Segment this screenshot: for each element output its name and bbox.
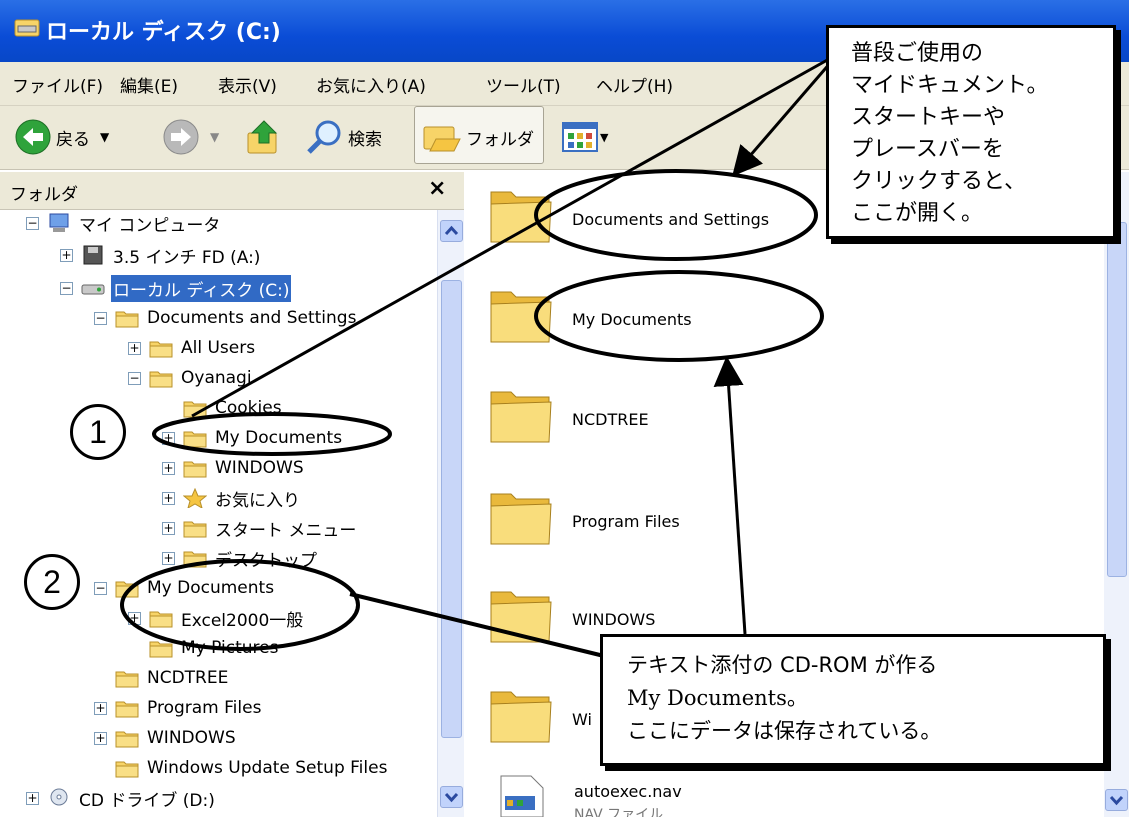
callout-top-line: スタートキーや xyxy=(851,105,1006,130)
arrow-to-docs-settings xyxy=(732,53,840,177)
highlight-my-documents-folder xyxy=(534,270,824,362)
number-marker-1: 1 xyxy=(70,404,126,460)
callout-top-line: 普段ご使用の xyxy=(851,41,984,66)
number-marker-2: 2 xyxy=(24,554,80,610)
line-tree-2-to-callout xyxy=(349,592,605,658)
line-callout-to-tree-1 xyxy=(191,52,839,418)
callout-usual-my-documents: 普段ご使用の マイドキュメント。 スタートキーや プレースバーを クリックすると… xyxy=(826,25,1116,239)
callout-bottom-line: My Documents。 xyxy=(627,686,808,710)
arrow-to-my-documents xyxy=(713,356,747,635)
callout-top-line: クリックすると、 xyxy=(851,169,1027,194)
callout-top-line: ここが開く。 xyxy=(851,201,984,226)
highlight-tree-my-documents-1 xyxy=(152,412,392,456)
callout-bottom-line: テキスト添付の CD-ROM が作る xyxy=(627,653,938,677)
callout-top-line: プレースバーを xyxy=(851,137,1004,162)
callout-cdrom-my-documents: テキスト添付の CD-ROM が作る My Documents。 ここにデータは… xyxy=(600,634,1106,766)
callout-top-line: マイドキュメント。 xyxy=(851,73,1049,98)
highlight-docs-settings xyxy=(534,169,818,261)
highlight-tree-my-documents-2 xyxy=(120,559,360,651)
callout-bottom-line: ここにデータは保存されている。 xyxy=(627,719,942,743)
